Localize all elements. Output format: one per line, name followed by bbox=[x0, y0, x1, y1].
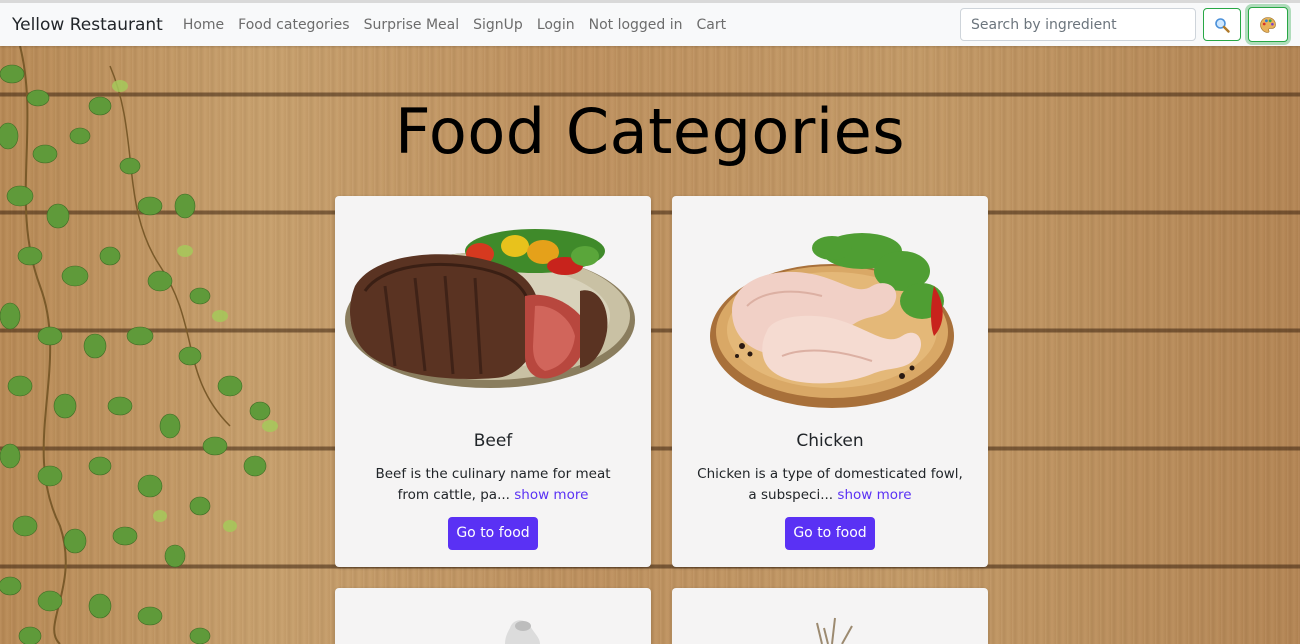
navbar: Yellow Restaurant Home Food categories S… bbox=[0, 0, 1300, 46]
category-image-partial bbox=[816, 617, 853, 644]
category-description: Beef is the culinary name for meat from … bbox=[359, 464, 627, 506]
category-title: Beef bbox=[473, 431, 513, 451]
go-to-food-button[interactable]: Go to food bbox=[785, 517, 875, 550]
page-title: Food Categories bbox=[394, 95, 906, 168]
nav-login-status[interactable]: Not logged in bbox=[589, 17, 683, 33]
nav-cart[interactable]: Cart bbox=[697, 17, 727, 33]
category-description: Chicken is a type of domesticated fowl, … bbox=[696, 464, 964, 506]
nav-signup[interactable]: SignUp bbox=[473, 17, 523, 33]
nav-login[interactable]: Login bbox=[537, 17, 575, 33]
nav-search-group bbox=[960, 7, 1288, 42]
search-icon bbox=[1215, 17, 1230, 33]
show-more-link[interactable]: show more bbox=[514, 487, 588, 503]
description-text: Chicken is a type of domesticated fowl, … bbox=[697, 466, 963, 503]
category-card-beef: Beef Beef is the culinary name for meat … bbox=[335, 196, 651, 567]
chicken-image bbox=[710, 233, 954, 408]
nav-links: Home Food categories Surprise Meal SignU… bbox=[183, 17, 726, 33]
nav-home[interactable]: Home bbox=[183, 17, 224, 33]
search-input[interactable] bbox=[960, 8, 1196, 41]
search-button[interactable] bbox=[1203, 8, 1241, 41]
brand-link[interactable]: Yellow Restaurant bbox=[12, 15, 163, 35]
theme-button[interactable] bbox=[1248, 7, 1288, 42]
show-more-link[interactable]: show more bbox=[837, 487, 911, 503]
category-title: Chicken bbox=[796, 431, 864, 451]
go-to-food-button[interactable]: Go to food bbox=[448, 517, 538, 550]
palette-icon bbox=[1260, 16, 1276, 33]
category-card-partial-left bbox=[335, 588, 651, 644]
category-card-partial-right bbox=[672, 588, 988, 644]
category-card-chicken: Chicken Chicken is a type of domesticate… bbox=[672, 196, 988, 567]
nav-food-categories[interactable]: Food categories bbox=[238, 17, 349, 33]
nav-surprise-meal[interactable]: Surprise Meal bbox=[364, 17, 460, 33]
category-image-partial bbox=[505, 620, 540, 644]
beef-image bbox=[345, 229, 635, 388]
